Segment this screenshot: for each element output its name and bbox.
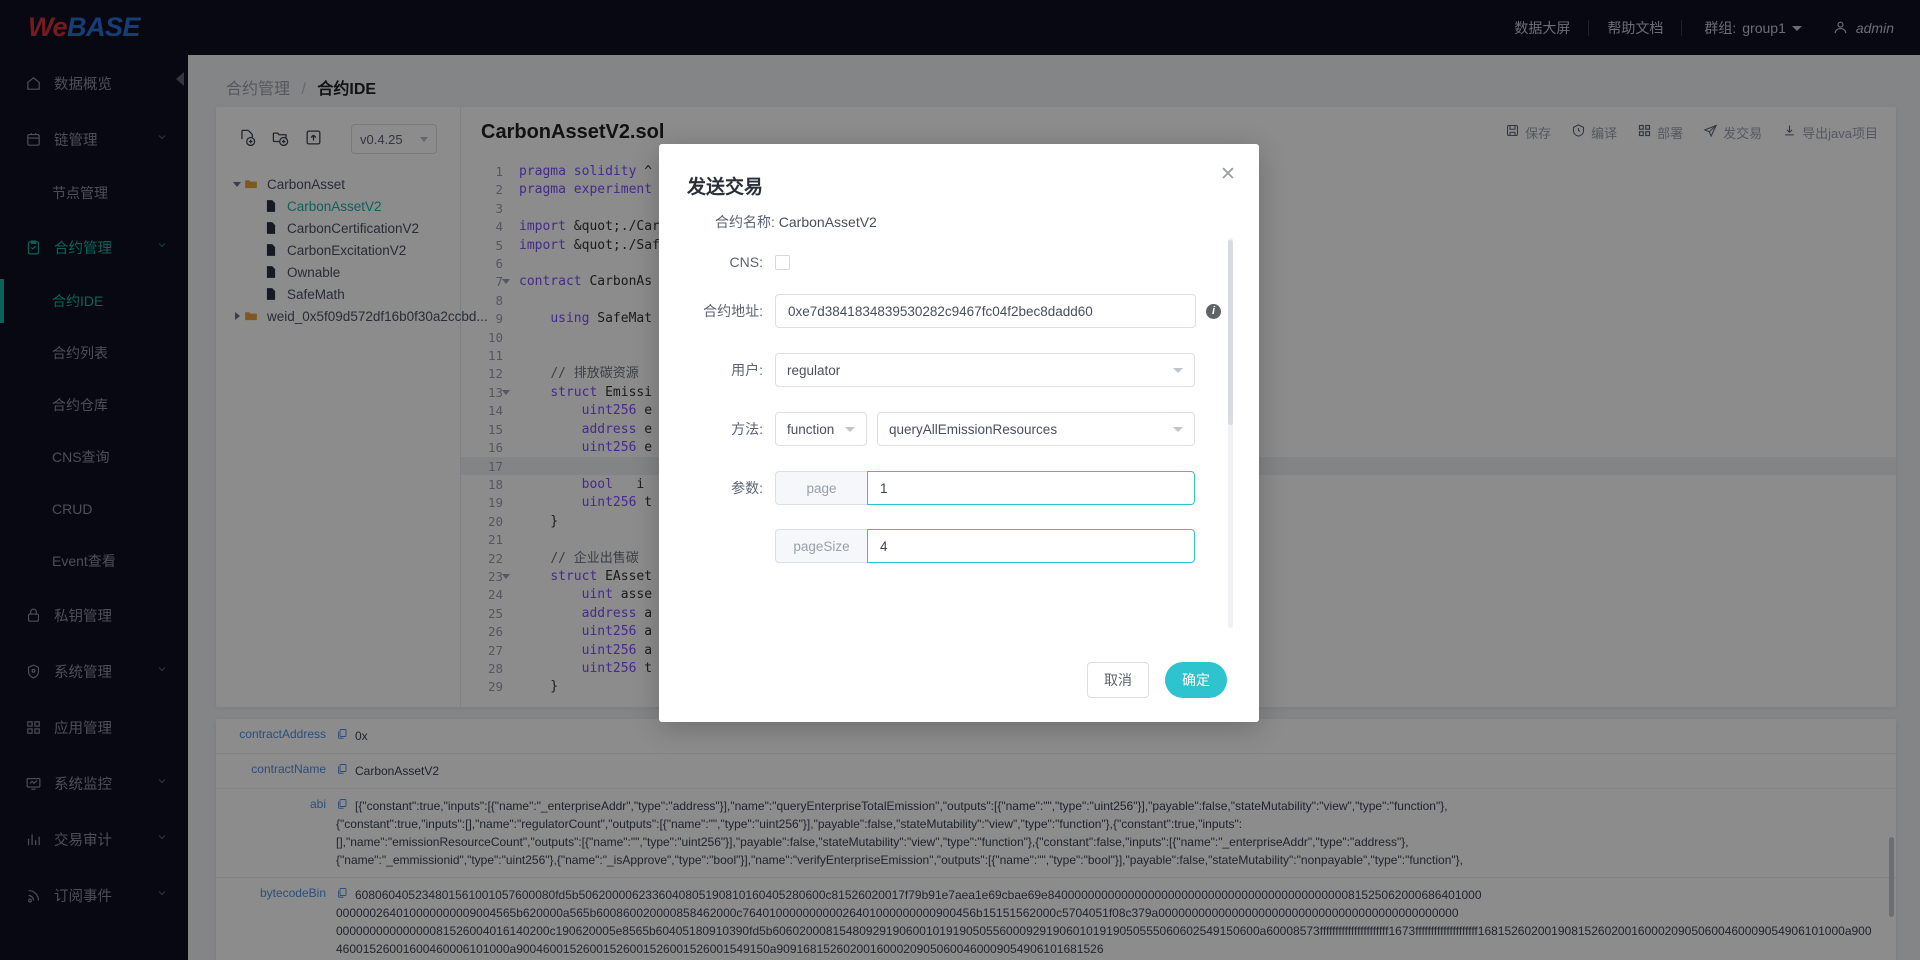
modal-body: 合约名称: CarbonAssetV2 CNS: 合约地址: 0xe7d3841… [659, 210, 1259, 638]
method-name-select[interactable]: queryAllEmissionResources [877, 412, 1195, 446]
params-list: page 1 pageSize 4 [775, 471, 1195, 587]
info-icon[interactable]: i [1206, 303, 1221, 319]
method-type-value: function [787, 421, 835, 437]
param-value-input[interactable]: 1 [867, 471, 1195, 505]
params-label: 参数: [731, 480, 763, 496]
chevron-down-icon [1173, 367, 1183, 373]
cns-row: CNS: [687, 254, 1221, 270]
param-value-input[interactable]: 4 [867, 529, 1195, 563]
method-row: 方法: function queryAllEmissionResources [687, 412, 1221, 446]
user-row: 用户: regulator [687, 353, 1221, 387]
cancel-button[interactable]: 取消 [1087, 662, 1149, 698]
method-type-select[interactable]: function [775, 412, 867, 446]
modal-scrollbar-thumb[interactable] [1228, 240, 1233, 425]
cns-checkbox[interactable] [775, 254, 790, 270]
params-row: 参数: page 1 pageSize 4 [687, 471, 1221, 587]
contract-name-value: CarbonAssetV2 [778, 214, 877, 230]
contract-name-row: 合约名称: CarbonAssetV2 [687, 210, 1221, 254]
cns-label: CNS: [729, 254, 763, 270]
chevron-down-icon [1173, 426, 1183, 432]
chevron-down-icon [845, 426, 855, 432]
contract-name-label: 合约名称: [715, 214, 775, 230]
param-key: page [775, 471, 867, 505]
modal-footer: 取消 确定 [659, 638, 1259, 722]
contract-address-row: 合约地址: 0xe7d3841834839530282c9467fc04f2be… [687, 294, 1221, 328]
contract-address-label: 合约地址: [703, 303, 763, 319]
param-key: pageSize [775, 529, 867, 563]
user-label: 用户: [731, 362, 763, 378]
confirm-button[interactable]: 确定 [1165, 662, 1227, 698]
contract-address-input[interactable]: 0xe7d3841834839530282c9467fc04f2bec8dadd… [775, 294, 1196, 328]
method-label: 方法: [731, 421, 763, 437]
param-row-0: page 1 [775, 471, 1195, 505]
modal-title: 发送交易 [687, 177, 764, 198]
param-row-1: pageSize 4 [775, 529, 1195, 563]
user-select[interactable]: regulator [775, 353, 1195, 387]
method-name-value: queryAllEmissionResources [889, 421, 1058, 437]
user-select-value: regulator [787, 362, 841, 378]
send-transaction-modal: 发送交易 ✕ 合约名称: CarbonAssetV2 CNS: 合约地址: 0x… [659, 144, 1259, 722]
close-icon[interactable]: ✕ [1217, 164, 1239, 186]
